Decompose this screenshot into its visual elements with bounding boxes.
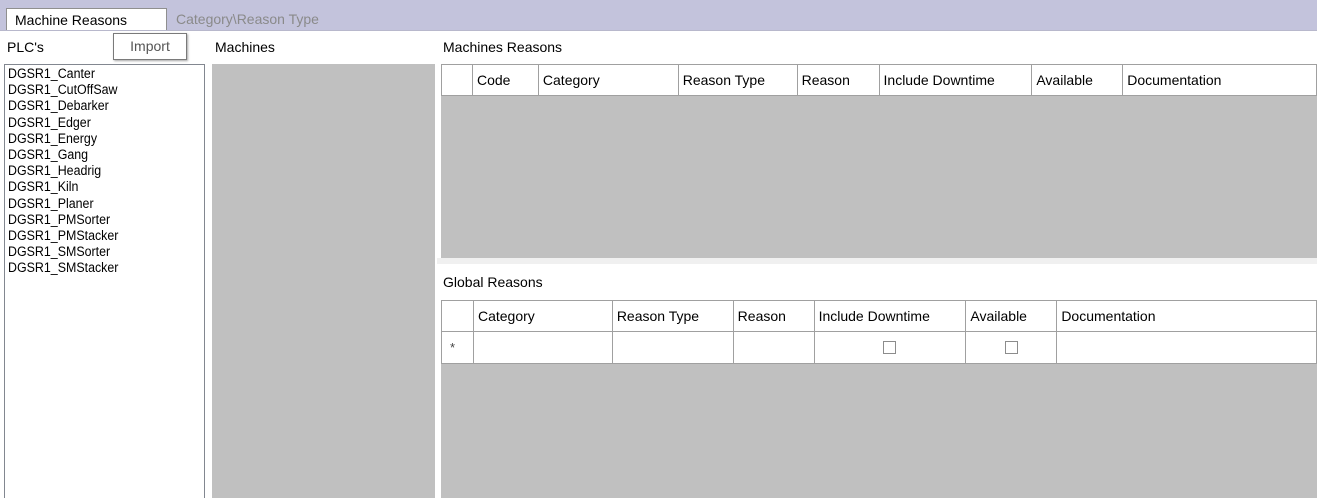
list-item[interactable]: DGSR1_Debarker xyxy=(8,98,186,114)
list-item[interactable]: DGSR1_Kiln xyxy=(8,179,186,195)
tab-strip: Machine Reasons Category\Reason Type xyxy=(0,0,1317,31)
cell-reason[interactable] xyxy=(734,332,815,363)
list-item[interactable]: DGSR1_Edger xyxy=(8,115,186,131)
column-header-documentation[interactable]: Documentation xyxy=(1057,301,1317,331)
list-item[interactable]: DGSR1_PMSorter xyxy=(8,212,186,228)
list-item[interactable]: DGSR1_SMStacker xyxy=(8,260,186,276)
global-reasons-grid[interactable]: Category Reason Type Reason Include Down… xyxy=(441,300,1317,498)
column-header-category[interactable]: Category xyxy=(474,301,613,331)
list-item[interactable]: DGSR1_Canter xyxy=(8,66,186,82)
list-item[interactable]: DGSR1_Gang xyxy=(8,147,186,163)
list-item[interactable]: DGSR1_Headrig xyxy=(8,163,186,179)
include-downtime-checkbox[interactable] xyxy=(883,341,897,354)
tab-category-reason-type[interactable]: Category\Reason Type xyxy=(168,8,327,30)
import-button[interactable]: Import xyxy=(113,33,187,60)
global-reasons-header: Category Reason Type Reason Include Down… xyxy=(441,300,1317,332)
plc-label: PLC's xyxy=(7,39,44,55)
list-item[interactable]: DGSR1_SMSorter xyxy=(8,244,186,260)
tab-machine-reasons[interactable]: Machine Reasons xyxy=(6,8,167,30)
column-header-category[interactable]: Category xyxy=(539,65,679,95)
panel-separator xyxy=(437,258,1317,264)
new-row-marker: * xyxy=(442,332,474,363)
cell-category[interactable] xyxy=(474,332,613,363)
cell-documentation[interactable] xyxy=(1057,332,1317,363)
column-header-reason[interactable]: Reason xyxy=(734,301,815,331)
cell-include-downtime xyxy=(815,332,967,363)
cell-available xyxy=(966,332,1058,363)
column-header-available[interactable]: Available xyxy=(1032,65,1124,95)
list-item[interactable]: DGSR1_CutOffSaw xyxy=(8,82,186,98)
column-header-available[interactable]: Available xyxy=(966,301,1058,331)
column-header-reason-type[interactable]: Reason Type xyxy=(613,301,734,331)
cell-reason-type[interactable] xyxy=(613,332,734,363)
machines-label: Machines xyxy=(215,39,275,55)
row-header-cell xyxy=(442,301,474,331)
machine-reasons-label: Machines Reasons xyxy=(443,39,563,55)
column-header-code[interactable]: Code xyxy=(473,65,539,95)
column-header-documentation[interactable]: Documentation xyxy=(1123,65,1317,95)
table-row-new[interactable]: * xyxy=(441,332,1317,364)
machine-reasons-header: Code Category Reason Type Reason Include… xyxy=(441,64,1317,96)
plc-list[interactable]: DGSR1_Canter DGSR1_CutOffSaw DGSR1_Debar… xyxy=(4,64,205,498)
column-header-reason-type[interactable]: Reason Type xyxy=(679,65,798,95)
machines-list[interactable] xyxy=(212,64,435,498)
list-item[interactable]: DGSR1_Energy xyxy=(8,131,186,147)
column-header-include-downtime[interactable]: Include Downtime xyxy=(880,65,1033,95)
global-reasons-label: Global Reasons xyxy=(443,274,543,290)
column-header-reason[interactable]: Reason xyxy=(798,65,880,95)
machine-reasons-grid[interactable]: Code Category Reason Type Reason Include… xyxy=(441,64,1317,258)
list-item[interactable]: DGSR1_Planer xyxy=(8,196,186,212)
available-checkbox[interactable] xyxy=(1004,341,1018,354)
list-item[interactable]: DGSR1_PMStacker xyxy=(8,228,186,244)
row-header-cell xyxy=(442,65,473,95)
column-header-include-downtime[interactable]: Include Downtime xyxy=(815,301,967,331)
